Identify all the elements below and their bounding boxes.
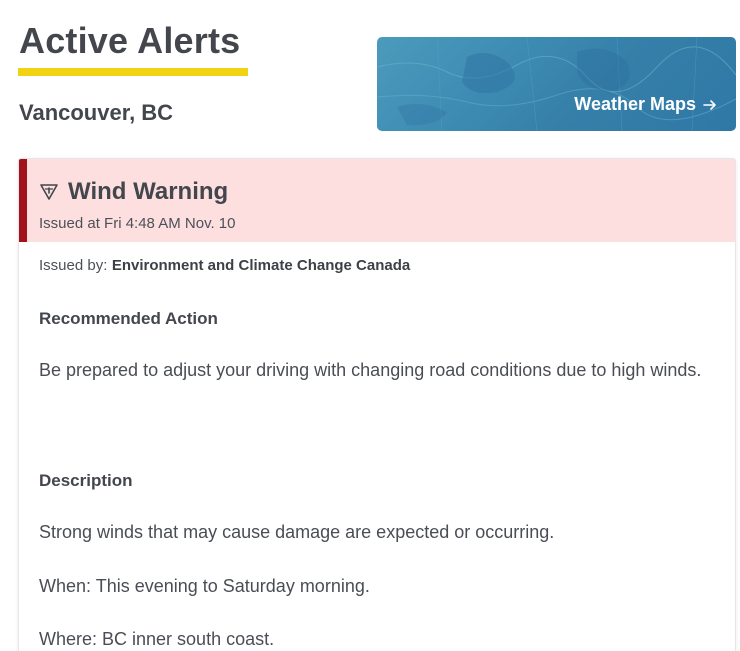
page-title: Active Alerts: [19, 20, 241, 61]
warning-triangle-icon: [40, 184, 58, 200]
location-label: Vancouver, BC: [19, 100, 174, 125]
alert-title: Wind Warning: [68, 178, 229, 205]
description-heading: Description: [39, 471, 133, 490]
description-line: Strong winds that may cause damage are e…: [39, 522, 555, 542]
alert-issuer: Issued by: Environment and Climate Chang…: [39, 257, 715, 275]
alert-issued-time: Issued at Fri 4:48 AM Nov. 10: [39, 215, 236, 232]
weather-maps-label: Weather Maps: [574, 94, 696, 114]
alert-header: Wind Warning Issued at Fri 4:48 AM Nov. …: [19, 159, 735, 242]
map-thumbnail: [377, 37, 736, 131]
alert-card: Wind Warning Issued at Fri 4:48 AM Nov. …: [18, 158, 736, 651]
weather-maps-banner[interactable]: Weather Maps: [377, 37, 736, 131]
weather-maps-link[interactable]: Weather Maps: [574, 94, 718, 115]
issued-by-value: Environment and Climate Change Canada: [111, 257, 411, 274]
description-line: When: This evening to Saturday morning.: [39, 576, 370, 596]
arrow-right-icon: [703, 99, 716, 110]
issued-by-label: Issued by:: [39, 257, 108, 274]
recommended-action-heading: Recommended Action: [39, 309, 218, 328]
description-line: Where: BC inner south coast.: [39, 629, 275, 649]
title-underline: [18, 68, 248, 76]
recommended-action-text: Be prepared to adjust your driving with …: [39, 360, 702, 380]
